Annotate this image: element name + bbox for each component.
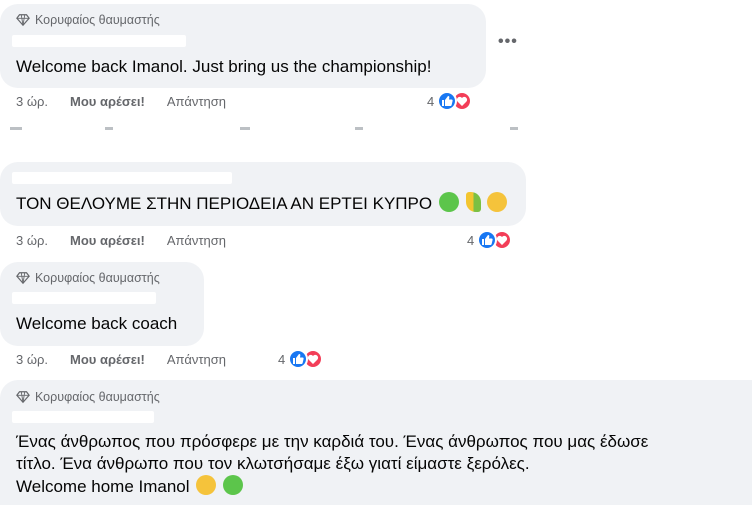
comment-bubble-2: ΤΟΝ ΘΕΛΟΥΜΕ ΣΤΗΝ ΠΕΡΙΟΔΕΙΑ ΑΝ ΕΡΤΕΙ ΚΥΠΡ… (0, 162, 526, 226)
redacted-author-name[interactable] (12, 35, 186, 47)
comment-text: Welcome back coach (16, 314, 178, 333)
divider (240, 127, 250, 130)
comment-text: Welcome back Imanol. Just bring us the c… (16, 57, 432, 76)
top-fan-badge: Κορυφαίος θαυμαστής (16, 13, 160, 27)
badge-label: Κορυφαίος θαυμαστής (35, 390, 160, 404)
reaction-count: 4 (467, 232, 475, 248)
diamond-icon (16, 14, 30, 27)
comment-bubble-4: Κορυφαίος θαυμαστής Ένας άνθρωπος που πρ… (0, 380, 752, 505)
comment-actions-3: 3 ώρ. Μου αρέσει! Απάντηση (16, 352, 226, 367)
comment-line-3-text: Welcome home Imanol (16, 477, 190, 496)
cyprus-leaf-icon (465, 192, 481, 212)
comment-time[interactable]: 3 ώρ. (16, 233, 48, 248)
reaction-count: 4 (278, 351, 286, 367)
top-fan-badge: Κορυφαίος θαυμαστής (16, 390, 160, 404)
comment-line-3: Welcome home Imanol (16, 475, 746, 498)
comment-line-2: τίτλο. Ένα άνθρωπο που τον κλωτσήσαμε έξ… (16, 454, 530, 473)
comment-text-body: ΤΟΝ ΘΕΛΟΥΜΕ ΣΤΗΝ ΠΕΡΙΟΔΕΙΑ ΑΝ ΕΡΤΕΙ ΚΥΠΡ… (16, 194, 433, 213)
reactions-summary[interactable]: 4 (467, 230, 513, 250)
comment-actions-1: 3 ώρ. Μου αρέσει! Απάντηση (16, 94, 226, 109)
comment-bubble-1: Κορυφαίος θαυμαστής Welcome back Imanol.… (0, 4, 486, 88)
comment-time[interactable]: 3 ώρ. (16, 94, 48, 109)
redacted-author-name[interactable] (12, 292, 156, 304)
reaction-count: 4 (427, 93, 435, 109)
divider (510, 127, 518, 130)
yellow-heart-icon (487, 192, 508, 212)
yellow-heart-icon (196, 475, 217, 495)
green-heart-icon (223, 475, 244, 495)
reply-button[interactable]: Απάντηση (167, 94, 226, 109)
comment-actions-2: 3 ώρ. Μου αρέσει! Απάντηση (16, 233, 226, 248)
like-button[interactable]: Μου αρέσει! (70, 94, 145, 109)
comment-line-1: Ένας άνθρωπος που πρόσφερε με την καρδιά… (16, 432, 649, 451)
reply-button[interactable]: Απάντηση (167, 352, 226, 367)
comment-text: Ένας άνθρωπος που πρόσφερε με την καρδιά… (16, 431, 746, 498)
like-button[interactable]: Μου αρέσει! (70, 233, 145, 248)
diamond-icon (16, 391, 30, 404)
reactions-summary[interactable]: 4 (278, 349, 324, 369)
badge-label: Κορυφαίος θαυμαστής (35, 13, 160, 27)
divider (355, 127, 363, 130)
green-heart-icon (438, 192, 459, 212)
comment-time[interactable]: 3 ώρ. (16, 352, 48, 367)
divider (10, 127, 22, 130)
redacted-author-name[interactable] (12, 411, 154, 423)
divider (105, 127, 113, 130)
comment-bubble-3: Κορυφαίος θαυμαστής Welcome back coach (0, 262, 204, 346)
reply-button[interactable]: Απάντηση (167, 233, 226, 248)
comment-text: ΤΟΝ ΘΕΛΟΥΜΕ ΣΤΗΝ ΠΕΡΙΟΔΕΙΑ ΑΝ ΕΡΤΕΙ ΚΥΠΡ… (16, 192, 508, 215)
redacted-author-name[interactable] (12, 172, 232, 184)
badge-label: Κορυφαίος θαυμαστής (35, 271, 160, 285)
more-options-button[interactable]: ••• (498, 33, 518, 51)
like-button[interactable]: Μου αρέσει! (70, 352, 145, 367)
top-fan-badge: Κορυφαίος θαυμαστής (16, 271, 160, 285)
reactions-summary[interactable]: 4 (427, 91, 473, 111)
diamond-icon (16, 272, 30, 285)
